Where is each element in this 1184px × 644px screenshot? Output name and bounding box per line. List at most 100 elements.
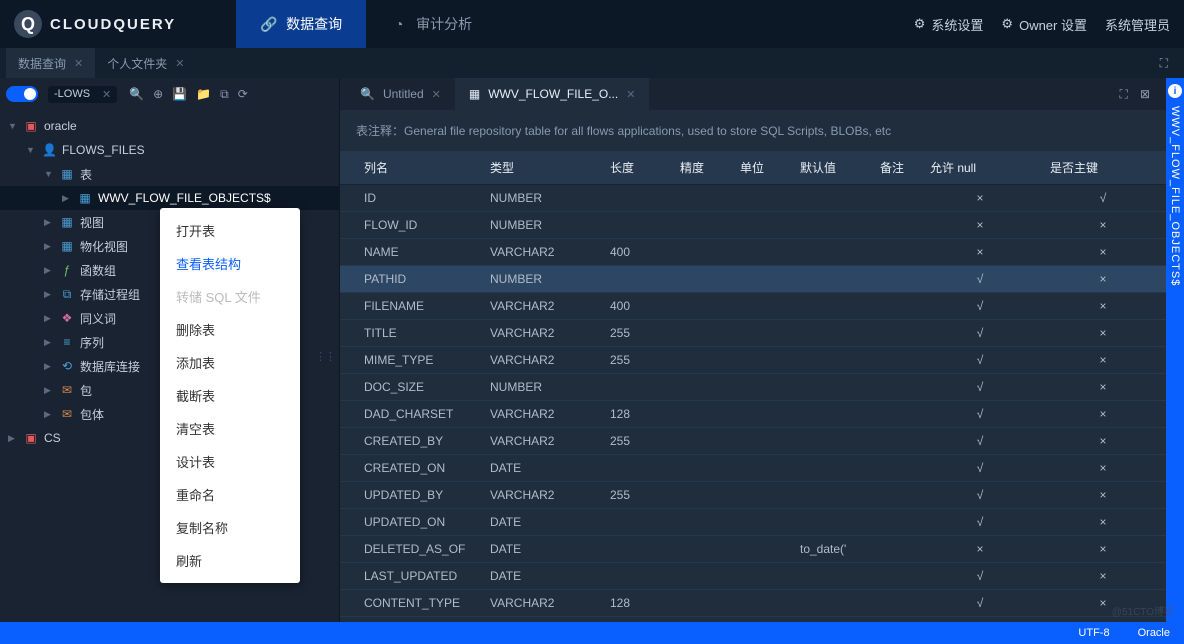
context-menu-item[interactable]: 刷新	[160, 544, 300, 577]
database-icon: ▣	[24, 119, 38, 133]
tree-search[interactable]: ✕	[48, 86, 117, 103]
tab-icon: 🔍	[360, 87, 375, 101]
table-row[interactable]: DELETED_AS_OFDATEto_date('××	[340, 536, 1166, 563]
search-input[interactable]	[54, 88, 102, 100]
table-row[interactable]: NAMEVARCHAR2400××	[340, 239, 1166, 266]
tree-schema[interactable]: ▼👤FLOWS_FILES	[0, 138, 339, 162]
table-row[interactable]: CONTENT_TYPEVARCHAR2128√×	[340, 590, 1166, 617]
sidebar: ✕ 🔍 ⊕ 💾 📁 ⧉ ⟳ ▼▣oracle ▼👤FLOWS_FILES ▼▦表	[0, 78, 340, 622]
context-menu-item[interactable]: 复制名称	[160, 511, 300, 544]
db-tree: ▼▣oracle ▼👤FLOWS_FILES ▼▦表 ▶▦WWV_FLOW_FI…	[0, 110, 339, 622]
columns-table: 列名 类型 长度 精度 单位 默认值 备注 允许 null 是否主键 IDNUM…	[340, 151, 1166, 622]
table-comment: 表注释：General file repository table for al…	[340, 110, 1166, 151]
clear-search-icon[interactable]: ✕	[102, 88, 111, 101]
table-row[interactable]: UPDATED_BYVARCHAR2255√×	[340, 482, 1166, 509]
table-row[interactable]: CREATED_ONDATE√×	[340, 455, 1166, 482]
status-db: Oracle	[1138, 627, 1170, 639]
context-menu-item[interactable]: 添加表	[160, 346, 300, 379]
col-null-header[interactable]: 允许 null	[920, 151, 1040, 185]
nav-icon: 🔗	[260, 15, 278, 33]
database-icon: ▣	[24, 431, 38, 445]
nav-icon: ◔	[390, 15, 408, 33]
user-gear-icon: ⚙	[1001, 16, 1013, 32]
right-sidebar[interactable]: i WWV_FLOW_FILE_OBJECTS$	[1166, 78, 1184, 622]
info-icon[interactable]: i	[1168, 84, 1182, 98]
sidebar-toggle[interactable]	[6, 86, 38, 102]
node-icon: ❖	[60, 311, 74, 325]
table-row[interactable]: LAST_UPDATEDDATE√×	[340, 563, 1166, 590]
folder-icon[interactable]: 📁	[196, 87, 211, 102]
refresh-icon[interactable]: ⟳	[238, 87, 248, 102]
system-settings-link[interactable]: ⚙系统设置	[914, 15, 984, 34]
node-icon: ƒ	[60, 263, 74, 277]
table-row[interactable]: FILENAMEVARCHAR2400√×	[340, 293, 1166, 320]
node-icon: ✉	[60, 383, 74, 397]
workspace-tab[interactable]: 个人文件夹✕	[95, 48, 196, 78]
table-group-icon: ▦	[60, 167, 74, 181]
workspace-tab[interactable]: 数据查询✕	[6, 48, 95, 78]
col-name-header[interactable]: 列名	[340, 151, 480, 185]
col-pk-header[interactable]: 是否主键	[1040, 151, 1166, 185]
table-row[interactable]: UPDATED_ONDATE√×	[340, 509, 1166, 536]
table-row[interactable]: TITLEVARCHAR2255√×	[340, 320, 1166, 347]
context-menu-item[interactable]: 查看表结构	[160, 247, 300, 280]
table-row[interactable]: DOC_SIZENUMBER√×	[340, 374, 1166, 401]
fullscreen-icon[interactable]: ⛶	[1160, 56, 1178, 71]
table-row[interactable]: CREATED_BYVARCHAR2255√×	[340, 428, 1166, 455]
close-all-icon[interactable]: ⊠	[1140, 87, 1150, 102]
logo: Q CLOUDQUERY	[14, 10, 176, 38]
tab-icon: ▦	[469, 87, 480, 101]
node-icon: ⧉	[60, 287, 74, 302]
topnav-item[interactable]: 🔗数据查询	[236, 0, 366, 48]
tree-selected-table[interactable]: ▶▦WWV_FLOW_FILE_OBJECTS$	[0, 186, 339, 210]
col-type-header[interactable]: 类型	[480, 151, 600, 185]
main-panel: 🔍Untitled✕▦WWV_FLOW_FILE_O...✕ ⛶ ⊠ 表注释：G…	[340, 78, 1166, 622]
new-query-icon[interactable]: ⊕	[153, 87, 163, 102]
col-def-header[interactable]: 默认值	[790, 151, 870, 185]
col-unit-header[interactable]: 单位	[730, 151, 790, 185]
col-remark-header[interactable]: 备注	[870, 151, 920, 185]
editor-tab[interactable]: ▦WWV_FLOW_FILE_O...✕	[455, 78, 650, 110]
editor-tab[interactable]: 🔍Untitled✕	[346, 78, 455, 110]
tree-tables[interactable]: ▼▦表	[0, 162, 339, 186]
context-menu-item[interactable]: 清空表	[160, 412, 300, 445]
sliders-icon: ⚙	[914, 16, 926, 32]
col-prec-header[interactable]: 精度	[670, 151, 730, 185]
tabbar: 数据查询✕个人文件夹✕ ⛶	[0, 48, 1184, 78]
owner-settings-link[interactable]: ⚙Owner 设置	[1001, 15, 1087, 34]
user-icon: 👤	[42, 143, 56, 157]
close-icon[interactable]: ✕	[74, 57, 83, 70]
table-row[interactable]: PATHIDNUMBER√×	[340, 266, 1166, 293]
search-icon[interactable]: 🔍	[129, 87, 144, 102]
close-icon[interactable]: ✕	[175, 57, 184, 70]
close-icon[interactable]: ✕	[432, 88, 441, 101]
context-menu: 打开表查看表结构转储 SQL 文件删除表添加表截断表清空表设计表重命名复制名称刷…	[160, 208, 300, 583]
save-icon[interactable]: 💾	[172, 87, 187, 102]
table-row[interactable]: IDNUMBER×√	[340, 185, 1166, 212]
tree-db-oracle[interactable]: ▼▣oracle	[0, 114, 339, 138]
rightbar-label: WWV_FLOW_FILE_OBJECTS$	[1169, 106, 1181, 286]
table-row[interactable]: BLOB_CONTENTBLOB√×	[340, 617, 1166, 623]
table-row[interactable]: FLOW_IDNUMBER××	[340, 212, 1166, 239]
table-row[interactable]: DAD_CHARSETVARCHAR2128√×	[340, 401, 1166, 428]
watermark: @51CTO博客	[1112, 603, 1174, 618]
copy-icon[interactable]: ⧉	[220, 87, 229, 102]
node-icon: ≡	[60, 335, 74, 349]
context-menu-item[interactable]: 打开表	[160, 214, 300, 247]
expand-icon[interactable]: ⛶	[1120, 87, 1128, 102]
node-icon: ▦	[60, 239, 74, 253]
context-menu-item[interactable]: 重命名	[160, 478, 300, 511]
close-icon[interactable]: ✕	[626, 88, 635, 101]
logo-icon: Q	[14, 10, 42, 38]
statusbar: UTF-8 Oracle	[0, 622, 1184, 644]
table-icon: ▦	[78, 191, 92, 205]
context-menu-item[interactable]: 截断表	[160, 379, 300, 412]
topnav-item[interactable]: ◔审计分析	[366, 0, 496, 48]
context-menu-item[interactable]: 删除表	[160, 313, 300, 346]
table-row[interactable]: MIME_TYPEVARCHAR2255√×	[340, 347, 1166, 374]
col-len-header[interactable]: 长度	[600, 151, 670, 185]
context-menu-item[interactable]: 设计表	[160, 445, 300, 478]
admin-link[interactable]: 系统管理员	[1105, 15, 1170, 34]
drag-handle-icon[interactable]: ⋮⋮	[315, 350, 335, 363]
node-icon: ✉	[60, 407, 74, 421]
